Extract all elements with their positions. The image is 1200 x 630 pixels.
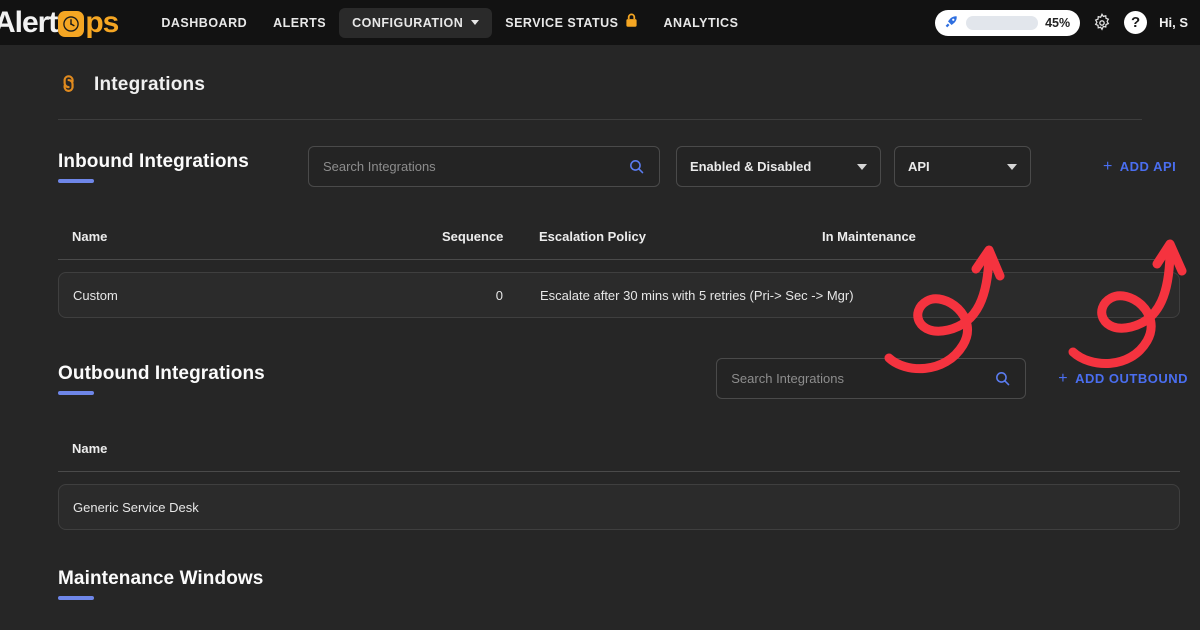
inbound-status-filter-value: Enabled & Disabled <box>689 159 812 174</box>
outbound-search-input[interactable] <box>731 371 995 386</box>
column-header-sequence: Sequence <box>442 229 504 244</box>
annotation-arrows-overlay <box>884 239 1187 374</box>
user-greeting[interactable]: Hi, S <box>1159 15 1188 30</box>
inbound-table-header: Name Sequence Escalation Policy In Maint… <box>58 214 1180 260</box>
nav-item-alerts[interactable]: ALERTS <box>260 8 339 38</box>
add-api-button-label: ADD API <box>1119 159 1177 174</box>
question-mark-icon[interactable]: ? <box>1124 11 1148 34</box>
page-header-divider <box>58 119 1142 120</box>
inbound-search-input[interactable] <box>322 159 628 174</box>
column-header-in-maintenance: In Maintenance <box>822 229 916 244</box>
outbound-table: Name Generic Service Desk <box>58 426 1180 530</box>
alertops-logo[interactable]: Alert ps <box>0 0 119 45</box>
maintenance-section-title: Maintenance Windows <box>58 568 264 589</box>
rocket-icon <box>943 14 959 32</box>
outbound-table-header: Name <box>58 426 1180 472</box>
table-row[interactable]: Custom 0 Escalate after 30 mins with 5 r… <box>58 272 1180 318</box>
inbound-title-underline <box>58 178 94 183</box>
cell-name: Generic Service Desk <box>73 499 199 515</box>
clock-icon <box>58 10 85 37</box>
column-header-name: Name <box>72 441 108 456</box>
add-outbound-button-label: ADD OUTBOUND <box>1075 371 1188 386</box>
chevron-down-icon <box>856 163 867 170</box>
inbound-status-filter[interactable]: Enabled & Disabled <box>675 146 881 187</box>
logo-text-ps: ps <box>85 5 119 39</box>
inbound-section-title: Inbound Integrations <box>58 150 249 172</box>
nav-item-configuration[interactable]: CONFIGURATION <box>339 7 493 38</box>
search-icon[interactable] <box>994 370 1011 387</box>
page-body: Integrations Inbound Integrations Enable… <box>0 45 1200 600</box>
plus-icon: + <box>1058 369 1069 387</box>
maintenance-title-wrap: Maintenance Windows <box>58 568 263 600</box>
outbound-section-header: Outbound Integrations + ADD OUTBOUND <box>0 358 1200 399</box>
add-outbound-button[interactable]: + ADD OUTBOUND <box>1058 369 1188 387</box>
chevron-down-icon <box>1006 163 1017 170</box>
nav-label-service-status: SERVICE STATUS <box>505 15 619 30</box>
top-navbar: Alert ps DASHBOARD ALERTS CONFIGURATION <box>0 0 1200 45</box>
maintenance-title-underline <box>58 596 94 600</box>
nav-label-alerts: ALERTS <box>273 15 327 30</box>
add-api-button[interactable]: + ADD API <box>1102 157 1177 175</box>
inbound-section-header: Inbound Integrations Enabled & Disabled … <box>0 146 1200 187</box>
inbound-search-box[interactable] <box>307 146 660 187</box>
inbound-table: Name Sequence Escalation Policy In Maint… <box>58 214 1180 318</box>
page-header: Integrations <box>0 45 1200 99</box>
outbound-search-box[interactable] <box>716 358 1027 399</box>
lock-icon <box>625 13 638 30</box>
search-icon[interactable] <box>628 158 645 175</box>
nav-item-dashboard[interactable]: DASHBOARD <box>148 8 260 38</box>
plus-icon: + <box>1102 157 1113 175</box>
gear-icon[interactable] <box>1092 12 1112 33</box>
column-header-name: Name <box>72 229 108 244</box>
onboarding-progress-badge[interactable]: 45% <box>935 9 1081 36</box>
outbound-title-wrap: Outbound Integrations <box>58 363 265 395</box>
progress-percent-label: 45% <box>1045 15 1071 30</box>
maintenance-section-header: Maintenance Windows <box>0 568 1200 600</box>
nav-item-analytics[interactable]: ANALYTICS <box>651 8 752 38</box>
nav-label-configuration: CONFIGURATION <box>352 15 464 30</box>
logo-text-alert: Alert <box>0 5 58 39</box>
column-header-escalation-policy: Escalation Policy <box>539 229 646 244</box>
progress-bar-track <box>966 15 1039 30</box>
link-icon <box>52 67 89 104</box>
nav-item-service-status[interactable]: SERVICE STATUS <box>492 6 650 39</box>
inbound-type-filter[interactable]: API <box>893 146 1031 187</box>
outbound-title-underline <box>58 390 94 395</box>
nav-label-analytics: ANALYTICS <box>663 15 739 30</box>
page-title: Integrations <box>94 74 206 95</box>
nav-label-dashboard: DASHBOARD <box>161 15 248 30</box>
navbar-right-cluster: 45% ? Hi, S <box>935 9 1192 36</box>
main-navigation: DASHBOARD ALERTS CONFIGURATION SERVICE S… <box>148 6 751 39</box>
cell-sequence: 0 <box>495 287 503 303</box>
chevron-down-icon <box>471 20 480 25</box>
inbound-title-wrap: Inbound Integrations <box>58 151 249 183</box>
cell-name: Custom <box>73 287 118 303</box>
table-row[interactable]: Generic Service Desk <box>58 484 1180 530</box>
outbound-section-title: Outbound Integrations <box>58 362 265 384</box>
cell-escalation-policy: Escalate after 30 mins with 5 retries (P… <box>540 287 854 303</box>
inbound-type-filter-value: API <box>907 159 930 174</box>
